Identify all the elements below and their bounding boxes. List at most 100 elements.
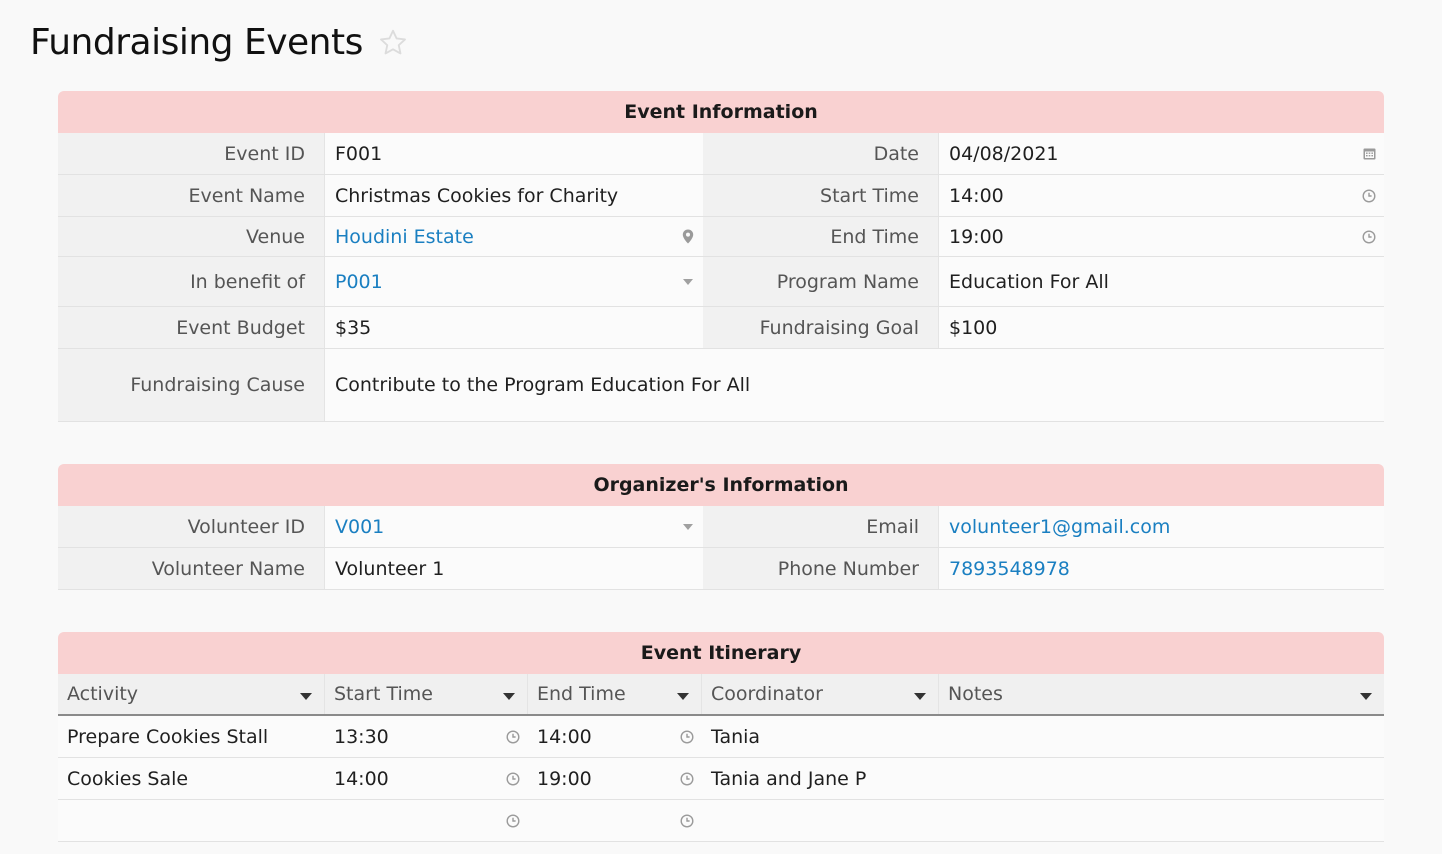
clock-icon[interactable] xyxy=(1362,188,1376,203)
event-information-section: Event Information Event ID F001 Date 04/… xyxy=(58,91,1384,422)
event-id-label: Event ID xyxy=(58,133,325,174)
column-header-label: Coordinator xyxy=(711,683,823,705)
notes-cell[interactable] xyxy=(939,800,1384,841)
end-time-cell[interactable] xyxy=(528,800,702,841)
caret-down-icon[interactable] xyxy=(914,683,926,705)
table-row[interactable] xyxy=(58,800,1384,842)
row-event-id: Event ID F001 Date 04/08/2021 xyxy=(58,133,1384,175)
event-id-field[interactable]: F001 xyxy=(325,133,703,174)
activity-cell[interactable] xyxy=(58,800,325,841)
caret-down-icon[interactable] xyxy=(681,275,695,289)
start-time-field[interactable]: 14:00 xyxy=(939,175,1384,216)
event-budget-value: $35 xyxy=(335,316,372,339)
date-label: Date xyxy=(703,133,939,174)
date-field[interactable]: 04/08/2021 xyxy=(939,133,1384,174)
end-time-field[interactable]: 19:00 xyxy=(939,217,1384,256)
column-header-coordinator[interactable]: Coordinator xyxy=(702,674,939,714)
event-information-header: Event Information xyxy=(58,91,1384,133)
row-venue: Venue Houdini Estate End Time 19:00 xyxy=(58,217,1384,257)
caret-down-icon[interactable] xyxy=(1360,683,1372,705)
column-header-label: Notes xyxy=(948,683,1003,705)
end-time-cell[interactable]: 14:00 xyxy=(528,716,702,757)
column-header-end-time[interactable]: End Time xyxy=(528,674,702,714)
row-event-name: Event Name Christmas Cookies for Charity… xyxy=(58,175,1384,217)
start-time-value: 14:00 xyxy=(334,767,389,790)
program-name-field[interactable]: Education For All xyxy=(939,257,1384,306)
fundraising-goal-field[interactable]: $100 xyxy=(939,307,1384,348)
email-field[interactable]: volunteer1@gmail.com xyxy=(939,506,1384,547)
email-link[interactable]: volunteer1@gmail.com xyxy=(949,516,1170,538)
start-time-cell[interactable]: 14:00 xyxy=(325,758,528,799)
end-time-cell[interactable]: 19:00 xyxy=(528,758,702,799)
start-time-cell[interactable] xyxy=(325,800,528,841)
venue-link[interactable]: Houdini Estate xyxy=(335,226,474,248)
row-volunteer-name: Volunteer Name Volunteer 1 Phone Number … xyxy=(58,548,1384,590)
column-header-label: Start Time xyxy=(334,683,433,705)
clock-icon[interactable] xyxy=(680,729,694,744)
event-name-label: Event Name xyxy=(58,175,325,216)
star-icon[interactable] xyxy=(377,27,409,59)
coordinator-value: Tania and Jane P xyxy=(711,767,867,790)
event-budget-field[interactable]: $35 xyxy=(325,307,703,348)
table-row[interactable]: Prepare Cookies Stall 13:30 14:00 Tania xyxy=(58,716,1384,758)
clock-icon[interactable] xyxy=(506,729,520,744)
clock-icon[interactable] xyxy=(506,813,520,828)
activity-cell[interactable]: Cookies Sale xyxy=(58,758,325,799)
phone-number-field[interactable]: 7893548978 xyxy=(939,548,1384,589)
in-benefit-of-link[interactable]: P001 xyxy=(335,271,383,293)
program-name-value: Education For All xyxy=(949,270,1109,293)
start-time-value: 13:30 xyxy=(334,725,389,748)
column-header-activity[interactable]: Activity xyxy=(58,674,325,714)
organizer-information-header: Organizer's Information xyxy=(58,464,1384,506)
activity-cell[interactable]: Prepare Cookies Stall xyxy=(58,716,325,757)
row-event-budget: Event Budget $35 Fundraising Goal $100 xyxy=(58,307,1384,349)
volunteer-name-label: Volunteer Name xyxy=(58,548,325,589)
clock-icon[interactable] xyxy=(680,813,694,828)
event-name-value: Christmas Cookies for Charity xyxy=(335,184,619,207)
notes-cell[interactable] xyxy=(939,716,1384,757)
clock-icon[interactable] xyxy=(506,771,520,786)
volunteer-name-value: Volunteer 1 xyxy=(335,557,445,580)
event-itinerary-header: Event Itinerary xyxy=(58,632,1384,674)
event-budget-label: Event Budget xyxy=(58,307,325,348)
venue-field[interactable]: Houdini Estate xyxy=(325,217,703,256)
table-row[interactable]: Cookies Sale 14:00 19:00 Tania and Jane … xyxy=(58,758,1384,800)
calendar-icon[interactable] xyxy=(1362,147,1376,161)
caret-down-icon[interactable] xyxy=(300,683,312,705)
phone-number-label: Phone Number xyxy=(703,548,939,589)
column-header-label: Activity xyxy=(67,683,139,705)
notes-cell[interactable] xyxy=(939,758,1384,799)
page-title: Fundraising Events xyxy=(30,22,363,63)
venue-label: Venue xyxy=(58,217,325,256)
start-time-cell[interactable]: 13:30 xyxy=(325,716,528,757)
column-header-label: End Time xyxy=(537,683,626,705)
itinerary-column-headers: Activity Start Time End Time Coordinator… xyxy=(58,674,1384,716)
coordinator-cell[interactable]: Tania and Jane P xyxy=(702,758,939,799)
volunteer-name-field[interactable]: Volunteer 1 xyxy=(325,548,703,589)
clock-icon[interactable] xyxy=(680,771,694,786)
column-header-start-time[interactable]: Start Time xyxy=(325,674,528,714)
coordinator-cell[interactable] xyxy=(702,800,939,841)
row-fundraising-cause: Fundraising Cause Contribute to the Prog… xyxy=(58,349,1384,422)
coordinator-cell[interactable]: Tania xyxy=(702,716,939,757)
clock-icon[interactable] xyxy=(1362,229,1376,244)
row-in-benefit-of: In benefit of P001 Program Name Educatio… xyxy=(58,257,1384,307)
volunteer-id-label: Volunteer ID xyxy=(58,506,325,547)
volunteer-id-select[interactable]: V001 xyxy=(325,506,703,547)
end-time-value: 19:00 xyxy=(537,767,592,790)
caret-down-icon[interactable] xyxy=(681,520,695,534)
event-name-field[interactable]: Christmas Cookies for Charity xyxy=(325,175,703,216)
start-time-value: 14:00 xyxy=(949,184,1004,207)
end-time-value: 14:00 xyxy=(537,725,592,748)
phone-number-link[interactable]: 7893548978 xyxy=(949,558,1070,580)
event-itinerary-section: Event Itinerary Activity Start Time End … xyxy=(58,632,1384,842)
map-pin-icon[interactable] xyxy=(681,229,695,244)
caret-down-icon[interactable] xyxy=(677,683,689,705)
caret-down-icon[interactable] xyxy=(503,683,515,705)
column-header-notes[interactable]: Notes xyxy=(939,674,1384,714)
coordinator-value: Tania xyxy=(711,725,761,748)
email-label: Email xyxy=(703,506,939,547)
fundraising-cause-field[interactable]: Contribute to the Program Education For … xyxy=(325,349,1384,421)
in-benefit-of-select[interactable]: P001 xyxy=(325,257,703,306)
volunteer-id-link[interactable]: V001 xyxy=(335,516,384,538)
